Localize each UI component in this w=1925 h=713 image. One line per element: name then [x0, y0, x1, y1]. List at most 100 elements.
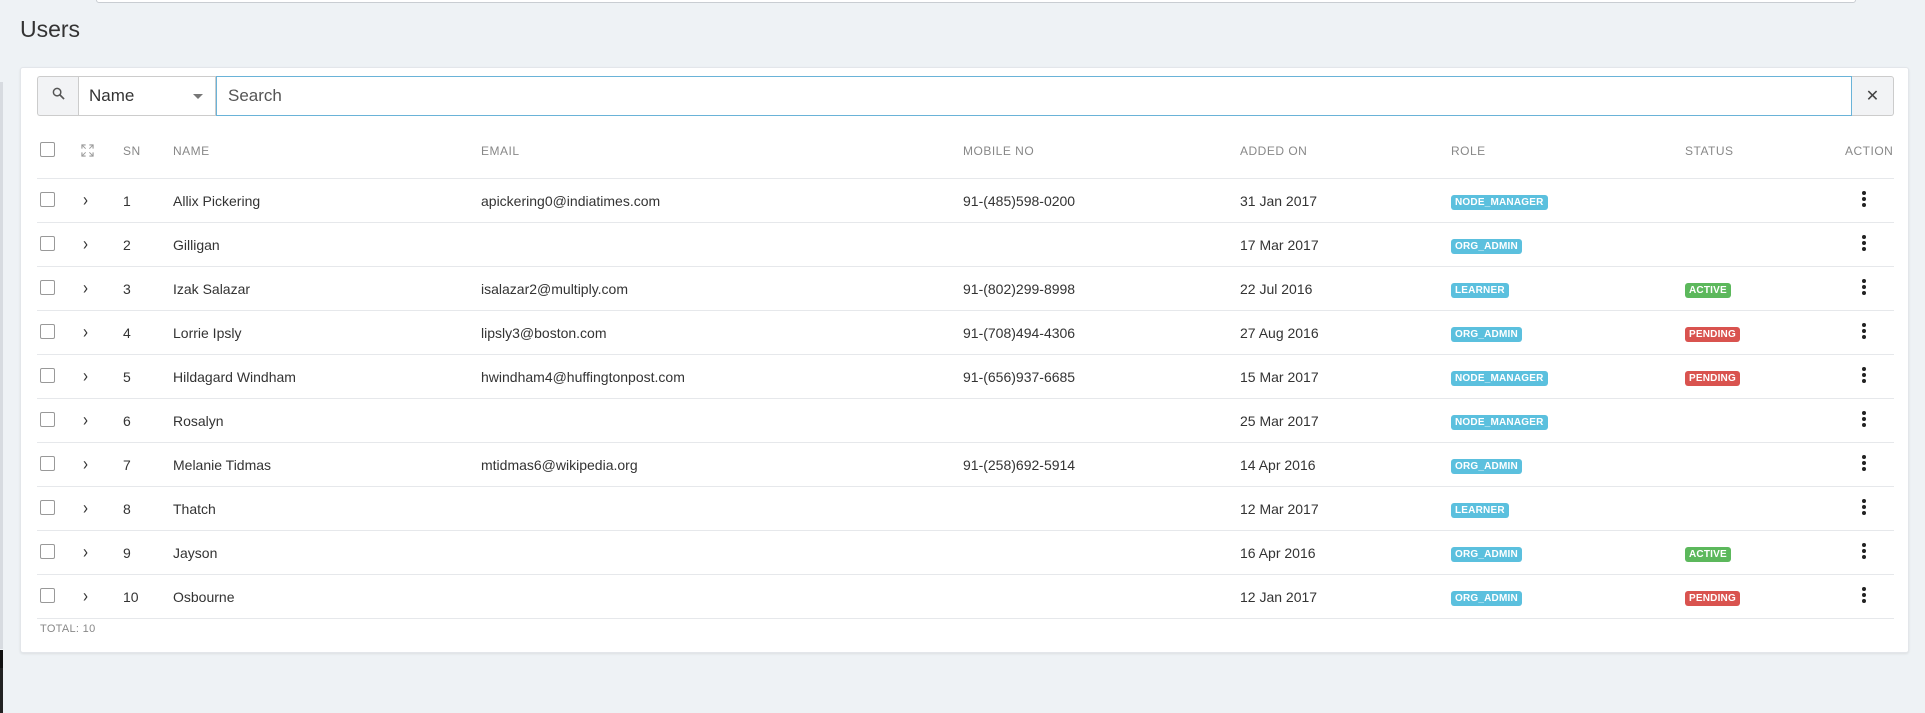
left-edge-dark-lower: [0, 668, 3, 713]
row-sn: 7: [123, 442, 173, 487]
row-mobile: 91-(656)937-6685: [963, 354, 1240, 399]
row-email: [481, 222, 963, 267]
row-checkbox[interactable]: [40, 455, 55, 471]
more-actions-icon[interactable]: [1862, 189, 1866, 209]
row-email: hwindham4@huffingtonpost.com: [481, 354, 963, 399]
top-address-input[interactable]: [96, 0, 1856, 3]
row-sn: 1: [123, 178, 173, 223]
column-header-status[interactable]: STATUS: [1685, 123, 1845, 179]
table-row[interactable]: › 2 Gilligan 17 Mar 2017 ORG_ADMIN: [37, 222, 1894, 267]
chevron-right-icon[interactable]: ›: [83, 278, 88, 298]
row-sn: 3: [123, 266, 173, 311]
row-mobile: 91-(802)299-8998: [963, 266, 1240, 311]
row-checkbox[interactable]: [40, 367, 55, 383]
chevron-right-icon[interactable]: ›: [83, 454, 88, 474]
column-header-name[interactable]: NAME: [173, 123, 481, 179]
row-sn: 2: [123, 222, 173, 267]
table-header-row: SN NAME EMAIL MOBILE NO ADDED ON ROLE ST…: [37, 123, 1894, 179]
table-row[interactable]: › 1 Allix Pickering apickering0@indiatimes.…: [37, 178, 1894, 223]
column-header-mobile[interactable]: MOBILE NO: [963, 123, 1240, 179]
row-checkbox[interactable]: [40, 411, 55, 427]
close-icon: ✕: [1865, 88, 1880, 105]
row-checkbox[interactable]: [40, 543, 55, 559]
role-badge: ORG_ADMIN: [1451, 590, 1522, 606]
table-row[interactable]: › 7 Melanie Tidmas mtidmas6@wikipedia.org 91…: [37, 442, 1894, 487]
search-field-value: Name: [89, 86, 135, 105]
users-card: Name ✕ SN NAME EMAIL MOBILE NO A: [20, 67, 1909, 653]
row-email: isalazar2@multiply.com: [481, 266, 963, 311]
row-sn: 5: [123, 354, 173, 399]
row-mobile: 91-(258)692-5914: [963, 442, 1240, 487]
role-badge: ORG_ADMIN: [1451, 326, 1522, 342]
status-badge: PENDING: [1685, 326, 1740, 342]
more-actions-icon[interactable]: [1862, 233, 1866, 253]
chevron-right-icon[interactable]: ›: [83, 190, 88, 210]
search-button[interactable]: [37, 76, 78, 116]
more-actions-icon[interactable]: [1862, 497, 1866, 517]
role-badge: ORG_ADMIN: [1451, 546, 1522, 562]
column-header-email[interactable]: EMAIL: [481, 123, 963, 179]
role-badge: LEARNER: [1451, 502, 1509, 518]
chevron-right-icon[interactable]: ›: [83, 586, 88, 606]
more-actions-icon[interactable]: [1862, 321, 1866, 341]
more-actions-icon[interactable]: [1862, 365, 1866, 385]
table-row[interactable]: › 10 Osbourne 12 Jan 2017 ORG_ADMIN PENDING: [37, 574, 1894, 619]
chevron-right-icon[interactable]: ›: [83, 498, 88, 518]
table-row[interactable]: › 3 Izak Salazar isalazar2@multiply.com 91-(…: [37, 266, 1894, 311]
search-input[interactable]: [216, 76, 1852, 116]
column-header-added-on[interactable]: ADDED ON: [1240, 123, 1451, 179]
row-added-on: 16 Apr 2016: [1240, 530, 1451, 575]
expand-all-icon[interactable]: [75, 144, 123, 157]
row-mobile: [963, 530, 1240, 575]
left-edge-divider: [0, 82, 3, 649]
search-icon: [52, 87, 65, 105]
more-actions-icon[interactable]: [1862, 585, 1866, 605]
row-name: Osbourne: [173, 574, 481, 619]
row-sn: 4: [123, 310, 173, 355]
row-name: Thatch: [173, 486, 481, 531]
more-actions-icon[interactable]: [1862, 409, 1866, 429]
chevron-right-icon[interactable]: ›: [83, 410, 88, 430]
column-header-sn: SN: [123, 123, 173, 179]
row-checkbox[interactable]: [40, 279, 55, 295]
row-checkbox[interactable]: [40, 235, 55, 251]
column-header-role[interactable]: ROLE: [1451, 123, 1685, 179]
row-added-on: 22 Jul 2016: [1240, 266, 1451, 311]
row-email: [481, 574, 963, 619]
table-row[interactable]: › 8 Thatch 12 Mar 2017 LEARNER: [37, 486, 1894, 531]
row-mobile: [963, 398, 1240, 443]
row-checkbox[interactable]: [40, 499, 55, 515]
row-name: Allix Pickering: [173, 178, 481, 223]
row-email: mtidmas6@wikipedia.org: [481, 442, 963, 487]
row-checkbox[interactable]: [40, 191, 55, 207]
total-count: TOTAL: 10: [40, 623, 96, 635]
status-badge: ACTIVE: [1685, 546, 1731, 562]
more-actions-icon[interactable]: [1862, 453, 1866, 473]
chevron-right-icon[interactable]: ›: [83, 322, 88, 342]
search-bar: Name ✕: [37, 76, 1894, 116]
row-sn: 9: [123, 530, 173, 575]
row-name: Jayson: [173, 530, 481, 575]
row-sn: 6: [123, 398, 173, 443]
role-badge: NODE_MANAGER: [1451, 194, 1548, 210]
table-row[interactable]: › 6 Rosalyn 25 Mar 2017 NODE_MANAGER: [37, 398, 1894, 443]
chevron-right-icon[interactable]: ›: [83, 234, 88, 254]
table-row[interactable]: › 5 Hildagard Windham hwindham4@huffingtonp…: [37, 354, 1894, 399]
table-row[interactable]: › 4 Lorrie Ipsly lipsly3@boston.com 91-(708)…: [37, 310, 1894, 355]
row-checkbox[interactable]: [40, 587, 55, 603]
clear-search-button[interactable]: ✕: [1852, 76, 1894, 116]
page-title: Users: [20, 16, 81, 42]
select-all-checkbox[interactable]: [40, 141, 55, 157]
search-field-select[interactable]: Name: [78, 76, 216, 116]
row-checkbox[interactable]: [40, 323, 55, 339]
row-added-on: 27 Aug 2016: [1240, 310, 1451, 355]
row-name: Melanie Tidmas: [173, 442, 481, 487]
row-added-on: 15 Mar 2017: [1240, 354, 1451, 399]
chevron-right-icon[interactable]: ›: [83, 542, 88, 562]
more-actions-icon[interactable]: [1862, 277, 1866, 297]
row-name: Rosalyn: [173, 398, 481, 443]
chevron-right-icon[interactable]: ›: [83, 366, 88, 386]
table-row[interactable]: › 9 Jayson 16 Apr 2016 ORG_ADMIN ACTIVE: [37, 530, 1894, 575]
more-actions-icon[interactable]: [1862, 541, 1866, 561]
row-name: Gilligan: [173, 222, 481, 267]
